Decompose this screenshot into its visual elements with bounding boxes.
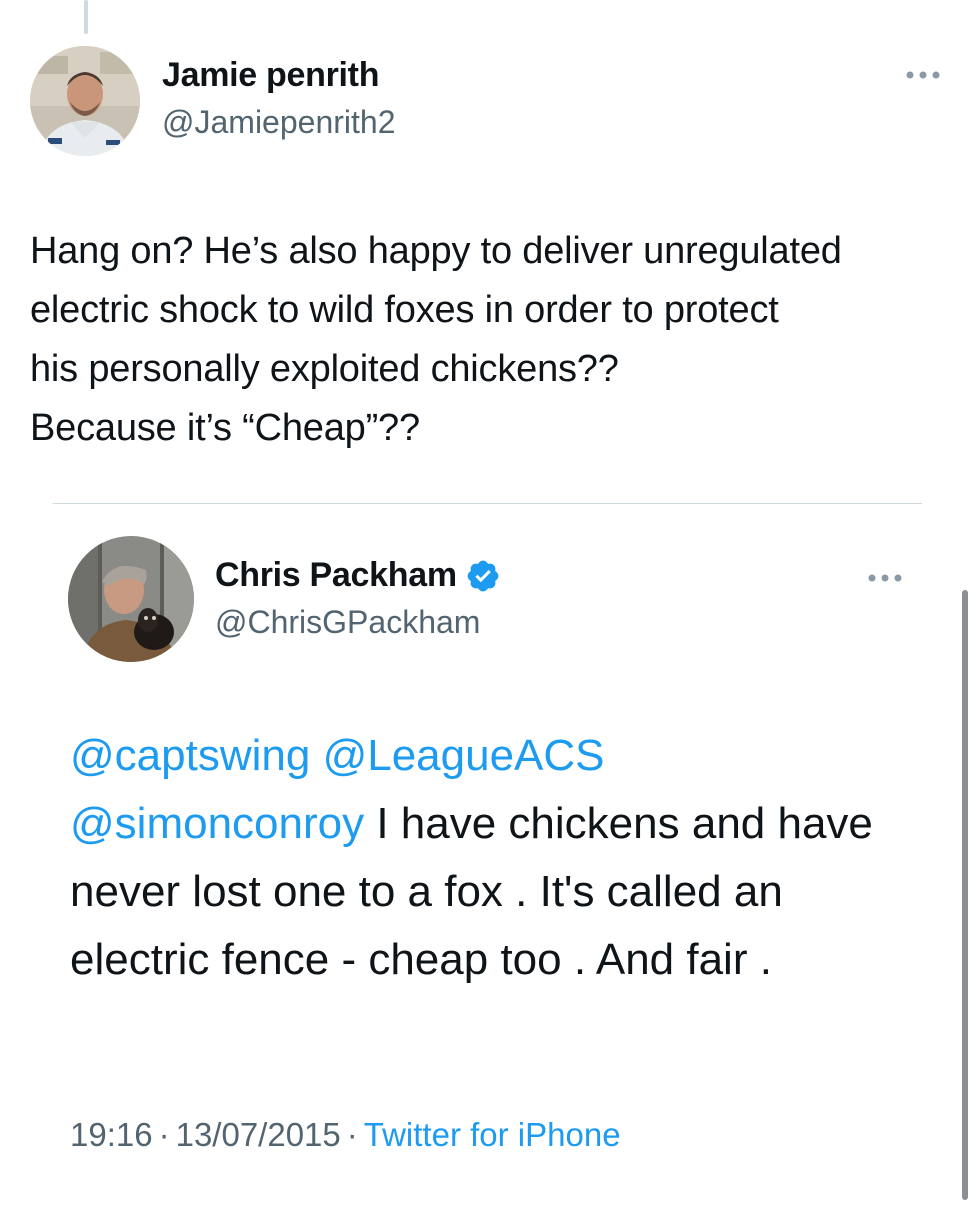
quoted-author-handle[interactable]: @ChrisGPackham [215,604,480,641]
mention-captswing[interactable]: @captswing [70,731,310,780]
quoted-author-display-name[interactable]: Chris Packham [215,556,457,595]
mention-simonconroy[interactable]: @simonconroy [70,799,364,848]
mention-leagueacs[interactable]: @LeagueACS [323,731,605,780]
tweet-text: Hang on? He’s also happy to deliver unre… [30,230,842,449]
avatar-chris-packham[interactable] [68,536,194,662]
scrollbar-thumb[interactable] [962,590,968,1200]
meta-separator: · [158,1116,170,1153]
tweet-metadata: 19:16 · 13/07/2015 · Twitter for iPhone [70,1116,621,1154]
verified-badge-icon [465,558,501,594]
more-dots-icon[interactable] [900,60,946,90]
avatar-jamie-penrith[interactable] [30,46,140,156]
quoted-author-row: Chris Packham [215,556,501,595]
author-display-name[interactable]: Jamie penrith [162,56,379,95]
tweet-time[interactable]: 19:16 [70,1116,153,1153]
tweet-date[interactable]: 13/07/2015 [176,1116,341,1153]
author-handle[interactable]: @Jamiepenrith2 [162,104,395,141]
tweet-source-link[interactable]: Twitter for iPhone [364,1116,621,1153]
thread-connector-line [84,0,88,34]
quoted-tweet-text: @captswing @LeagueACS @simonconroy I have… [70,722,930,994]
more-dots-icon[interactable] [862,563,908,593]
meta-separator: · [346,1116,358,1153]
